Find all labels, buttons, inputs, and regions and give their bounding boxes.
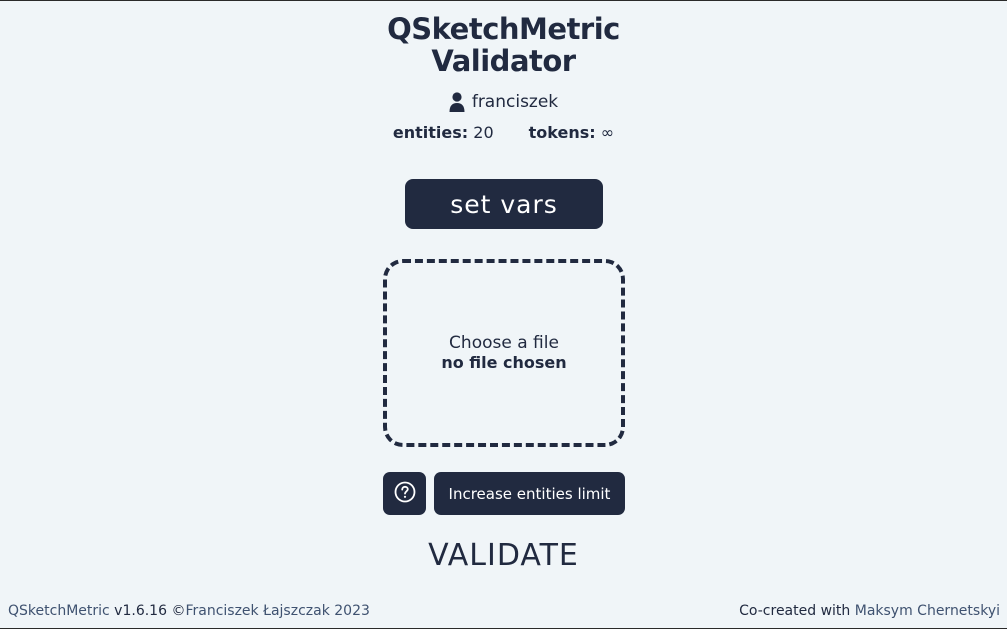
user-info: franciszek [0, 90, 1007, 114]
tokens-label: tokens: [528, 123, 596, 142]
choose-file-label: Choose a file [449, 333, 559, 353]
cocreator-link[interactable]: Maksym Chernetskyi [855, 603, 1000, 619]
entities-label: entities: [392, 123, 469, 142]
file-status: no file chosen [441, 353, 567, 372]
validate-button[interactable]: VALIDATE [428, 538, 579, 573]
tokens-stat: tokens: ∞ [529, 123, 614, 142]
footer-left: QSketchMetric v1.6.16 ©Franciszek Łajszc… [8, 603, 370, 619]
cocreated-text: Co-created with [739, 603, 851, 619]
question-circle-icon [394, 481, 416, 507]
footer-author-link[interactable]: Franciszek Łajszczak 2023 [185, 603, 369, 619]
stats-row: entities: 20 tokens: ∞ [0, 123, 1007, 142]
set-vars-button[interactable]: set vars [405, 179, 603, 229]
title-line-2: Validator [431, 44, 576, 78]
copyright-symbol: © [171, 603, 186, 619]
footer-copyright: ©Franciszek Łajszczak 2023 [171, 603, 369, 619]
file-dropzone[interactable]: Choose a file no file chosen [383, 259, 625, 447]
username: franciszek [471, 92, 559, 112]
page-title: QSketchMetric Validator [0, 13, 1007, 77]
footer-brand-link[interactable]: QSketchMetric [8, 603, 110, 619]
increase-entities-limit-button[interactable]: Increase entities limit [434, 472, 625, 515]
user-icon [449, 92, 465, 112]
validate-area: VALIDATE [0, 538, 1007, 573]
help-button[interactable] [383, 472, 426, 515]
footer-version: v1.6.16 [114, 603, 167, 619]
footer-right: Co-created with Maksym Chernetskyi [739, 603, 1000, 619]
tokens-value: ∞ [600, 123, 615, 142]
entities-stat: entities: 20 [393, 123, 494, 142]
title-line-1: QSketchMetric [387, 12, 620, 46]
entities-value: 20 [473, 123, 494, 142]
